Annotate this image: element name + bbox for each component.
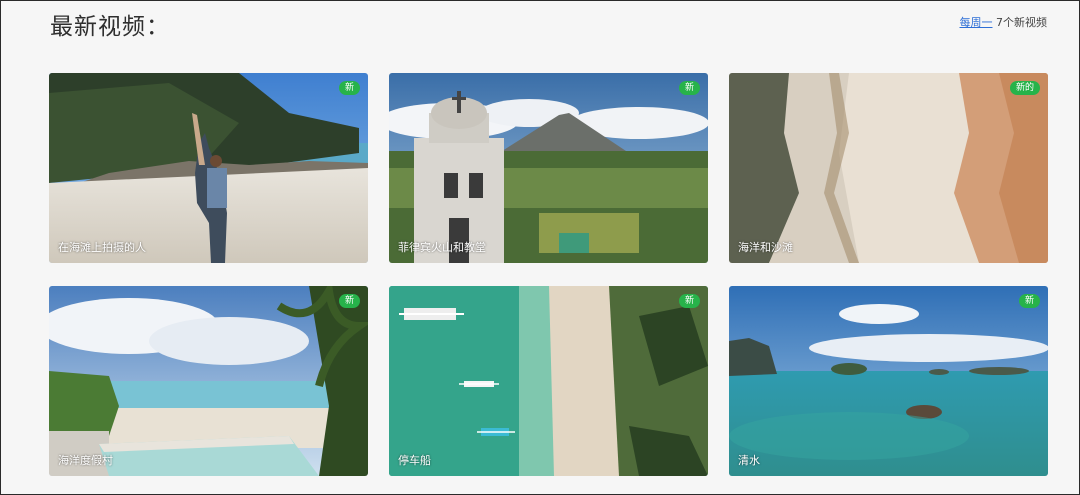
video-caption: 清水	[738, 454, 760, 467]
video-card[interactable]: 新的 海洋和沙滩	[729, 73, 1048, 263]
video-card[interactable]: 新 菲律宾火山和教堂	[389, 73, 708, 263]
new-badge: 新	[678, 294, 700, 308]
new-badge: 新的	[1009, 81, 1040, 95]
header-meta: 每周一 7个新视频	[960, 14, 1048, 30]
video-caption: 在海滩上拍摄的人	[58, 241, 146, 254]
page-title: 最新视频：	[50, 14, 170, 40]
video-thumbnail	[729, 286, 1048, 476]
new-badge: 新	[678, 81, 700, 95]
frequency-link[interactable]: 每周一	[960, 16, 993, 29]
new-badge: 新	[338, 294, 360, 308]
video-thumbnail	[389, 286, 708, 476]
video-thumbnail	[389, 73, 708, 263]
video-grid: 新 在海滩上拍摄的人 新 菲律宾火山和教堂 新的 海洋和沙滩 新 海洋度假村 新…	[49, 73, 1048, 476]
video-thumbnail	[729, 73, 1048, 263]
video-caption: 海洋和沙滩	[738, 241, 793, 254]
video-card[interactable]: 新 在海滩上拍摄的人	[49, 73, 368, 263]
video-caption: 海洋度假村	[58, 454, 113, 467]
new-badge: 新	[1018, 294, 1040, 308]
video-caption: 菲律宾火山和教堂	[398, 241, 486, 254]
new-count-text: 7个新视频	[996, 16, 1047, 29]
video-card[interactable]: 新 停车船	[389, 286, 708, 476]
video-thumbnail	[49, 286, 368, 476]
video-caption: 停车船	[398, 454, 431, 467]
video-card[interactable]: 新 海洋度假村	[49, 286, 368, 476]
video-card[interactable]: 新 清水	[729, 286, 1048, 476]
video-thumbnail	[49, 73, 368, 263]
new-badge: 新	[338, 81, 360, 95]
